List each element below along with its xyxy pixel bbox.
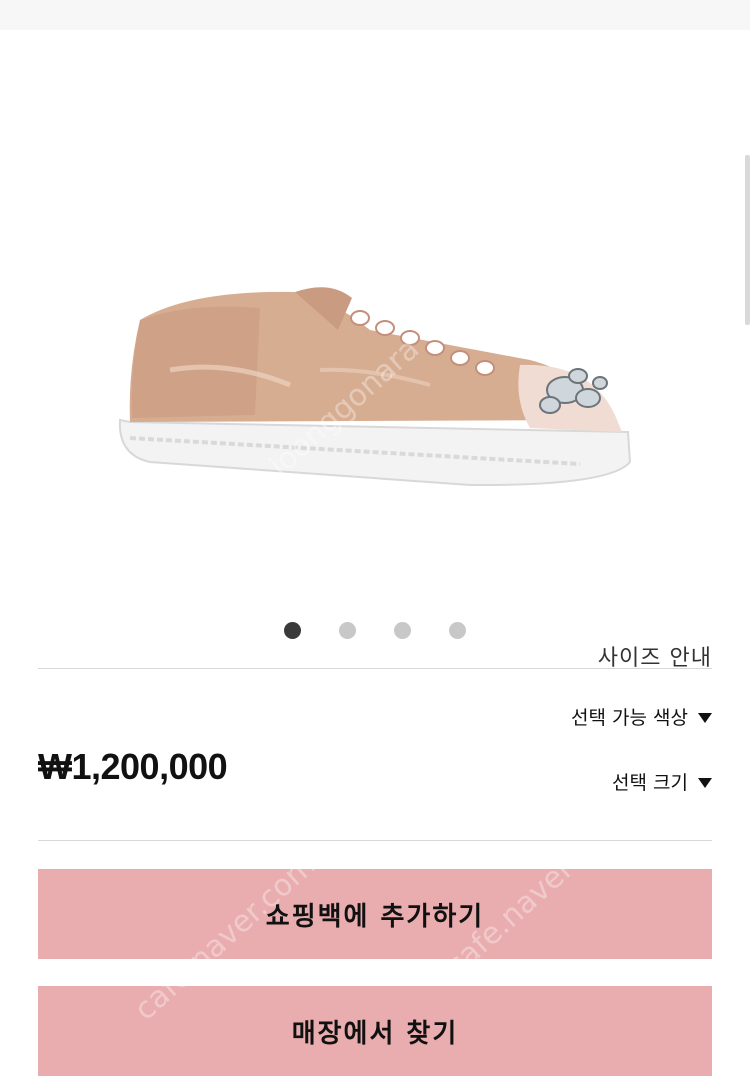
caret-down-icon (698, 712, 712, 723)
carousel-dots (284, 622, 466, 639)
scroll-indicator[interactable] (745, 155, 750, 325)
size-selector-label: 선택 크기 (612, 772, 688, 794)
carousel-dot-4[interactable] (449, 622, 466, 639)
color-selector[interactable]: 선택 가능 색상 (571, 703, 712, 730)
divider (38, 668, 712, 669)
size-selector[interactable]: 선택 크기 (612, 768, 712, 795)
product-price: ₩1,200,000 (38, 746, 228, 787)
carousel-dot-1[interactable] (284, 622, 301, 639)
divider (38, 840, 712, 841)
top-bar (0, 0, 750, 30)
carousel-dot-2[interactable] (339, 622, 356, 639)
product-image[interactable] (110, 250, 650, 510)
color-selector-label: 선택 가능 색상 (571, 707, 688, 729)
find-in-store-button[interactable]: 매장에서 찾기 (38, 986, 712, 1076)
caret-down-icon (698, 777, 712, 788)
carousel-dot-3[interactable] (394, 622, 411, 639)
add-to-bag-button[interactable]: 쇼핑백에 추가하기 (38, 869, 712, 959)
